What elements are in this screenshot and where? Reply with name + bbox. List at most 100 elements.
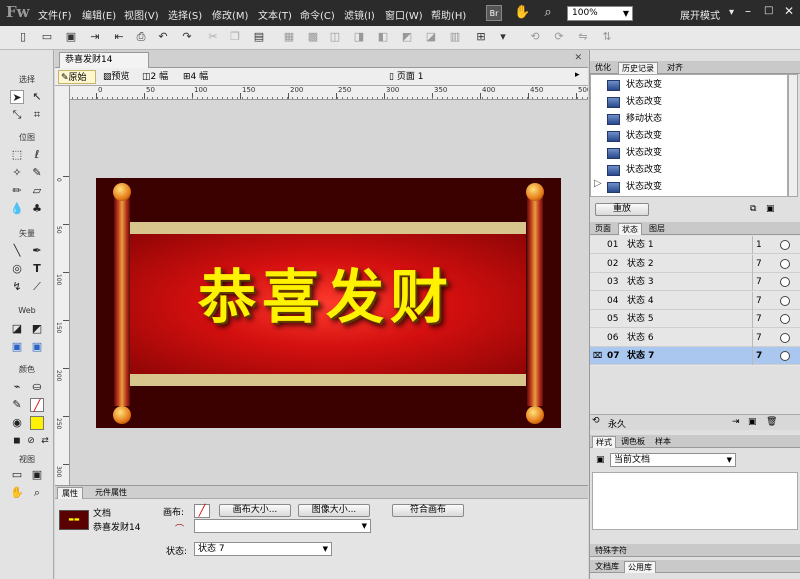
hand-icon[interactable]: ✋ xyxy=(514,5,530,21)
line-tool-icon[interactable]: ╲ xyxy=(10,244,24,258)
distribute-icon[interactable]: ⇥ xyxy=(732,417,740,427)
state-delay[interactable]: 7 xyxy=(756,329,762,347)
stamp-tool-icon[interactable]: ♣ xyxy=(30,202,44,216)
new-document-icon[interactable]: ▯ xyxy=(16,30,30,44)
tab-styles[interactable]: 样式 xyxy=(592,436,616,448)
brush-tool-icon[interactable]: ✎ xyxy=(30,166,44,180)
rotate-left-icon[interactable]: ⟲ xyxy=(528,30,542,44)
history-item[interactable]: 状态改变 xyxy=(607,179,787,196)
ungroup-icon[interactable]: ▩ xyxy=(306,30,320,44)
state-row[interactable]: 05 状态 5 7 xyxy=(590,310,800,328)
import-icon[interactable]: ⇥ xyxy=(88,30,102,44)
page-select[interactable]: ▯ 页面 1 xyxy=(389,70,561,84)
tab-symbol-properties[interactable]: 元件属性 xyxy=(91,487,131,498)
state-export-toggle-icon[interactable] xyxy=(780,314,790,324)
send-backward-icon[interactable]: ◪ xyxy=(424,30,438,44)
pointer-tool-icon[interactable]: ➤ xyxy=(10,90,24,104)
state-row[interactable]: 01 状态 1 1 xyxy=(590,236,800,254)
paste-icon[interactable]: ▤ xyxy=(252,30,266,44)
hide-slices-icon[interactable]: ▣ xyxy=(10,340,24,354)
knife-tool-icon[interactable]: ⟋ xyxy=(30,280,44,294)
stroke-swatch[interactable]: ╱ xyxy=(30,398,44,412)
flip-vertical-icon[interactable]: ⇅ xyxy=(600,30,614,44)
history-marker-icon[interactable]: ▷ xyxy=(594,178,602,189)
state-delay[interactable]: 1 xyxy=(756,236,762,254)
pen-tool-icon[interactable]: ✒ xyxy=(30,244,44,258)
menu-view[interactable]: 视图(V) xyxy=(124,7,159,22)
state-export-toggle-icon[interactable] xyxy=(780,332,790,343)
history-item[interactable]: 状态改变 xyxy=(607,145,787,162)
rotate-right-icon[interactable]: ⟳ xyxy=(552,30,566,44)
print-icon[interactable]: ⎙ xyxy=(134,30,148,44)
state-delay[interactable]: 7 xyxy=(756,310,762,328)
menu-select[interactable]: 选择(S) xyxy=(168,7,202,22)
stroke-color-icon[interactable]: ✎ xyxy=(10,398,24,412)
marquee-tool-icon[interactable]: ⬚ xyxy=(10,148,24,162)
menu-file[interactable]: 文件(F) xyxy=(38,7,72,22)
fill-swatch[interactable] xyxy=(30,416,44,430)
canvas-image[interactable]: 恭喜发财 xyxy=(96,178,561,428)
zoom-select[interactable]: 100% ▼ xyxy=(567,6,633,21)
tab-layers[interactable]: 图层 xyxy=(646,223,668,235)
tab-palette[interactable]: 调色板 xyxy=(618,436,648,448)
align-icon[interactable]: ⊞ xyxy=(474,30,488,44)
tab-document-library[interactable]: 文档库 xyxy=(592,561,622,573)
blur-tool-icon[interactable]: 💧 xyxy=(10,202,24,216)
state-export-toggle-icon[interactable] xyxy=(780,295,790,306)
zoom-icon[interactable]: ⌕ xyxy=(540,5,556,21)
state-export-toggle-icon[interactable] xyxy=(780,351,790,361)
default-colors-icon[interactable]: ◼ xyxy=(10,434,24,448)
chevron-down-icon[interactable]: ▾ xyxy=(729,7,734,18)
style-source-select[interactable]: 当前文档 ▼ xyxy=(610,453,736,467)
scale-tool-icon[interactable]: ⤡ xyxy=(10,108,24,122)
page-nav-icon[interactable]: ▸ xyxy=(575,70,580,80)
history-item[interactable]: 移动状态 xyxy=(607,111,787,128)
redo-icon[interactable]: ↷ xyxy=(180,30,194,44)
menu-window[interactable]: 窗口(W) xyxy=(385,7,423,22)
save-command-icon[interactable]: ▣ xyxy=(766,204,775,214)
history-item[interactable]: 状态改变 xyxy=(607,77,787,94)
history-scrollbar[interactable] xyxy=(788,74,798,197)
split-icon[interactable]: ◨ xyxy=(352,30,366,44)
slice-tool-icon[interactable]: ◩ xyxy=(30,322,44,336)
subselect-tool-icon[interactable]: ↖ xyxy=(30,90,44,104)
state-row[interactable]: 04 状态 4 7 xyxy=(590,291,800,310)
swap-colors-icon[interactable]: ⇄ xyxy=(38,434,52,448)
hotspot-tool-icon[interactable]: ◪ xyxy=(10,322,24,336)
loop-icon[interactable]: ⟲ xyxy=(592,416,600,426)
save-icon[interactable]: ▣ xyxy=(64,30,78,44)
canvas-color-swatch[interactable]: ╱ xyxy=(194,504,210,518)
copy-icon[interactable]: ❐ xyxy=(228,30,242,44)
flip-horizontal-icon[interactable]: ⇋ xyxy=(576,30,590,44)
history-item[interactable]: 状态改变 xyxy=(607,128,787,145)
eraser-tool-icon[interactable]: ▱ xyxy=(30,184,44,198)
lasso-tool-icon[interactable]: ℓ xyxy=(30,148,44,162)
send-back-icon[interactable]: ▥ xyxy=(448,30,462,44)
text-tool-icon[interactable]: T xyxy=(30,262,44,276)
bridge-icon[interactable]: Br xyxy=(486,5,502,21)
magic-wand-icon[interactable]: ✧ xyxy=(10,166,24,180)
canvas-options-select[interactable]: ▼ xyxy=(194,519,371,533)
align-menu-icon[interactable]: ▾ xyxy=(496,30,510,44)
view-2up-button[interactable]: ◫2 幅 xyxy=(140,70,170,84)
open-icon[interactable]: ▭ xyxy=(40,30,54,44)
fill-color-icon[interactable]: ◉ xyxy=(10,416,24,430)
eyedropper-tool-icon[interactable]: ⌁ xyxy=(10,380,24,394)
tab-pages[interactable]: 页面 xyxy=(592,223,614,235)
hand-tool-icon[interactable]: ✋ xyxy=(10,486,24,500)
no-color-icon[interactable]: ⊘ xyxy=(24,434,38,448)
fit-canvas-button[interactable]: 符合画布 xyxy=(392,504,464,517)
freeform-tool-icon[interactable]: ↯ xyxy=(10,280,24,294)
menu-modify[interactable]: 修改(M) xyxy=(212,7,248,22)
history-item[interactable]: 状态改变 xyxy=(607,94,787,111)
state-export-toggle-icon[interactable] xyxy=(780,277,790,287)
state-delay[interactable]: 7 xyxy=(756,292,762,310)
menu-commands[interactable]: 命令(C) xyxy=(300,7,335,22)
view-4up-button[interactable]: ⊞4 幅 xyxy=(181,70,210,84)
state-delay[interactable]: 7 xyxy=(756,347,762,365)
tab-properties[interactable]: 属性 xyxy=(57,487,83,499)
tab-states[interactable]: 状态 xyxy=(618,223,642,235)
close-icon[interactable]: ✕ xyxy=(574,53,582,63)
zoom-tool-icon[interactable]: ⌕ xyxy=(30,486,44,500)
new-state-icon[interactable]: ▣ xyxy=(748,417,757,427)
